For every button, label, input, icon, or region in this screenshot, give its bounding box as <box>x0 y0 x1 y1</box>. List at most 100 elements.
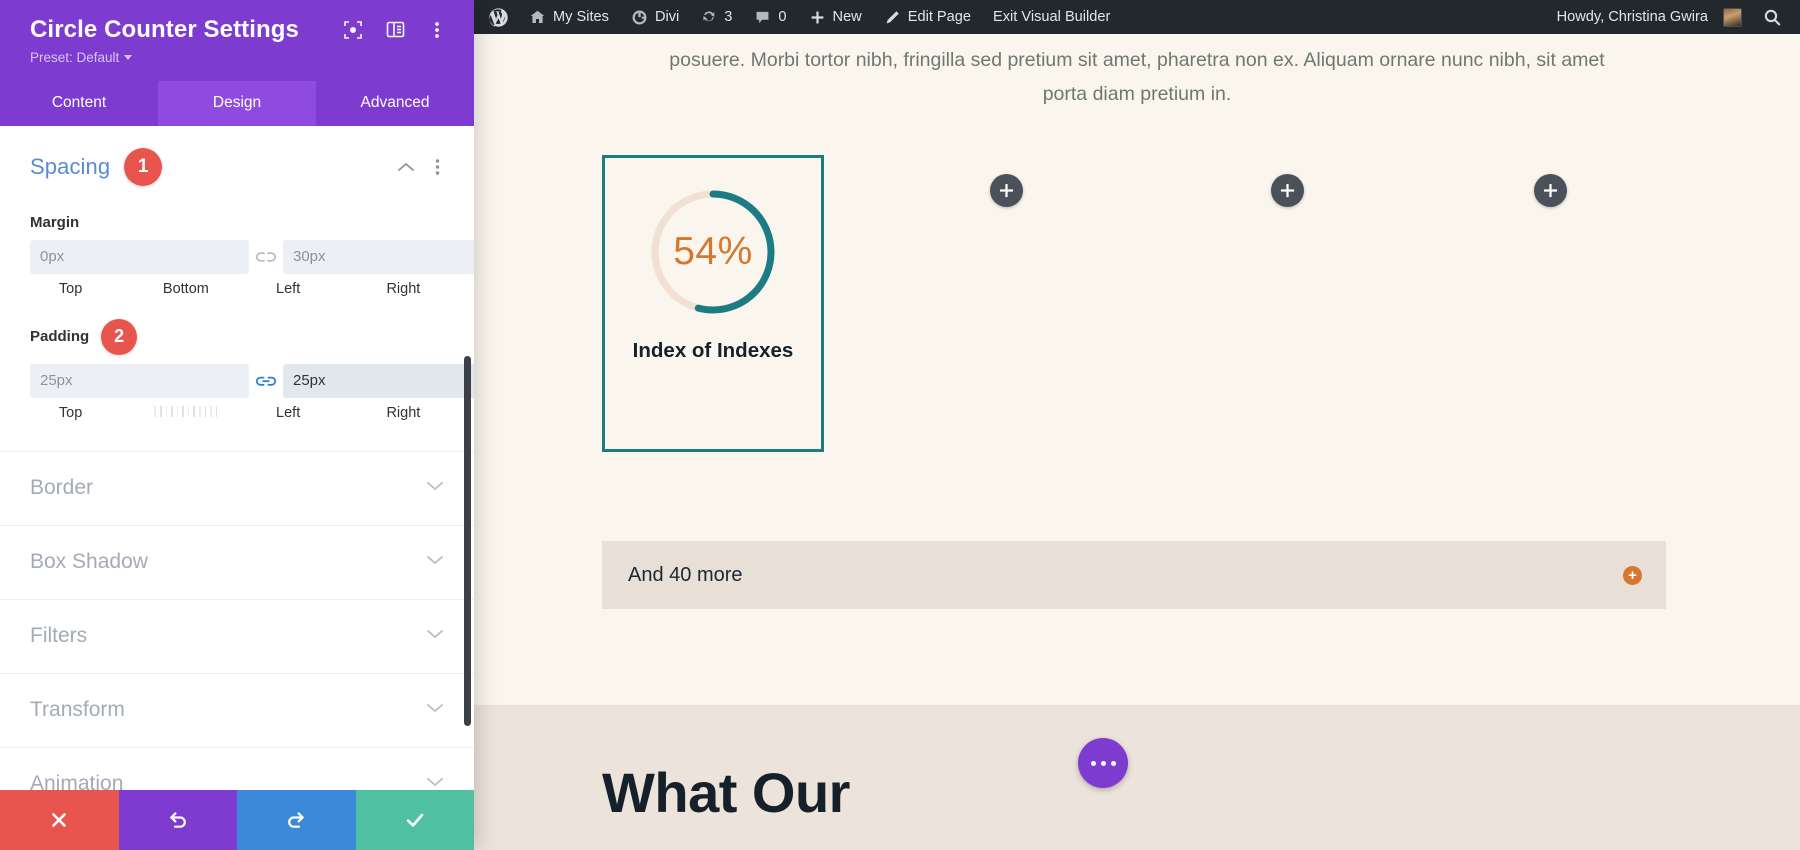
redo-button[interactable] <box>237 790 356 850</box>
circle-counter-module[interactable]: 54% Index of Indexes <box>602 155 824 452</box>
updates-item[interactable]: 3 <box>690 0 743 34</box>
plus-icon <box>1543 183 1558 198</box>
wordpress-logo-icon[interactable] <box>474 0 518 34</box>
kebab-menu-icon[interactable] <box>426 19 448 41</box>
spacing-section-title[interactable]: Spacing <box>30 154 110 180</box>
section-box-shadow[interactable]: Box Shadow <box>0 525 474 599</box>
page-section-two: What Our <box>474 705 1800 850</box>
padding-labels-row: Top Left Right <box>30 405 444 421</box>
focus-target-icon[interactable] <box>342 19 364 41</box>
comment-bubble-icon <box>754 9 771 26</box>
section-transform-label: Transform <box>30 698 125 722</box>
settings-panel-footer <box>0 790 474 850</box>
section-two-heading: What Our <box>602 760 850 825</box>
circle-counter-graph: 54% <box>647 186 779 318</box>
new-item[interactable]: New <box>798 0 873 34</box>
redo-icon <box>285 809 307 831</box>
comments-count: 0 <box>778 10 786 25</box>
section-transform[interactable]: Transform <box>0 673 474 747</box>
add-module-button-3[interactable] <box>1534 174 1567 207</box>
undo-icon <box>167 809 189 831</box>
add-module-button-2[interactable] <box>1271 174 1304 207</box>
margin-top-label: Top <box>30 281 111 297</box>
padding-left-label: Left <box>248 405 329 421</box>
plus-icon <box>1280 183 1295 198</box>
edit-page-item[interactable]: Edit Page <box>873 0 982 34</box>
my-sites-item[interactable]: My Sites <box>518 0 620 34</box>
panel-scrollbar[interactable] <box>464 126 471 790</box>
updates-icon <box>701 9 717 25</box>
margin-bottom-input[interactable] <box>283 240 474 274</box>
howdy-label: Howdy, Christina Gwira <box>1557 10 1708 25</box>
search-icon[interactable] <box>1753 0 1800 34</box>
section-settings-button[interactable] <box>1078 738 1128 788</box>
section-animation-label: Animation <box>30 772 123 790</box>
toggle-module[interactable]: And 40 more + <box>602 541 1666 609</box>
tab-content[interactable]: Content <box>0 81 158 126</box>
divi-label: Divi <box>655 10 679 25</box>
section-filters[interactable]: Filters <box>0 599 474 673</box>
body-paragraph: posuere. Morbi tortor nibh, fringilla se… <box>667 44 1607 111</box>
circle-counter-percent: 54% <box>647 186 779 318</box>
undo-button[interactable] <box>119 790 238 850</box>
padding-bottom-range-slider[interactable] <box>145 406 226 419</box>
add-module-button-1[interactable] <box>990 174 1023 207</box>
exit-visual-builder-item[interactable]: Exit Visual Builder <box>982 0 1121 34</box>
padding-label-text: Padding <box>30 328 89 345</box>
ellipsis-icon <box>1101 761 1106 766</box>
wp-admin-bar: My Sites Divi 3 0 <box>474 0 1800 34</box>
circle-counter-title: Index of Indexes <box>633 338 794 364</box>
chevron-down-icon <box>426 701 444 719</box>
step-badge-2: 2 <box>101 319 137 355</box>
comments-item[interactable]: 0 <box>743 0 797 34</box>
plus-circle-icon[interactable]: + <box>1623 566 1642 585</box>
plus-icon <box>809 9 826 26</box>
margin-link-top-bottom-icon[interactable] <box>249 250 283 264</box>
avatar <box>1723 8 1742 27</box>
margin-inputs-row <box>30 240 444 274</box>
margin-labels-row: Top Bottom Left Right <box>30 281 444 297</box>
chevron-down-icon <box>426 553 444 571</box>
margin-bottom-label: Bottom <box>145 281 226 297</box>
preset-selector[interactable]: Preset: Default <box>30 50 132 65</box>
ellipsis-icon <box>1111 761 1116 766</box>
module-settings-panel: Circle Counter Settings <box>0 0 474 850</box>
padding-top-label: Top <box>30 405 111 421</box>
pencil-icon <box>884 9 901 26</box>
toggle-module-title: And 40 more <box>628 564 1623 587</box>
padding-bottom-input[interactable] <box>283 364 474 398</box>
my-sites-label: My Sites <box>553 10 609 25</box>
save-button[interactable] <box>356 790 475 850</box>
exit-visual-builder-label: Exit Visual Builder <box>993 10 1110 25</box>
chevron-down-icon <box>124 55 132 60</box>
tab-advanced[interactable]: Advanced <box>316 81 474 126</box>
padding-inputs-row <box>30 364 444 398</box>
sites-icon <box>529 9 546 26</box>
padding-top-input[interactable] <box>30 364 249 398</box>
section-animation[interactable]: Animation <box>0 747 474 790</box>
margin-label: Margin <box>30 214 444 231</box>
margin-top-input[interactable] <box>30 240 249 274</box>
section-box-shadow-label: Box Shadow <box>30 550 148 574</box>
preset-label: Preset: Default <box>30 50 119 65</box>
howdy-account-item[interactable]: Howdy, Christina Gwira <box>1546 0 1753 34</box>
panel-scrollbar-thumb[interactable] <box>464 356 471 726</box>
page-canvas: posuere. Morbi tortor nibh, fringilla se… <box>474 34 1800 850</box>
divi-item[interactable]: Divi <box>620 0 690 34</box>
divi-icon <box>631 9 648 26</box>
settings-panel-body: Spacing 1 Margin <box>0 126 474 790</box>
edit-page-label: Edit Page <box>908 10 971 25</box>
padding-link-top-bottom-icon[interactable] <box>249 374 283 388</box>
tab-design[interactable]: Design <box>158 81 316 126</box>
settings-panel-header: Circle Counter Settings <box>0 0 474 81</box>
layout-columns-icon[interactable] <box>384 19 406 41</box>
margin-left-label: Left <box>248 281 329 297</box>
spacing-options-kebab-icon[interactable] <box>431 158 444 176</box>
chevron-down-icon <box>426 627 444 645</box>
ellipsis-icon <box>1091 761 1096 766</box>
padding-right-label: Right <box>363 405 444 421</box>
cancel-button[interactable] <box>0 790 119 850</box>
chevron-up-icon[interactable] <box>393 161 419 173</box>
close-icon <box>49 810 69 830</box>
section-border[interactable]: Border <box>0 451 474 525</box>
